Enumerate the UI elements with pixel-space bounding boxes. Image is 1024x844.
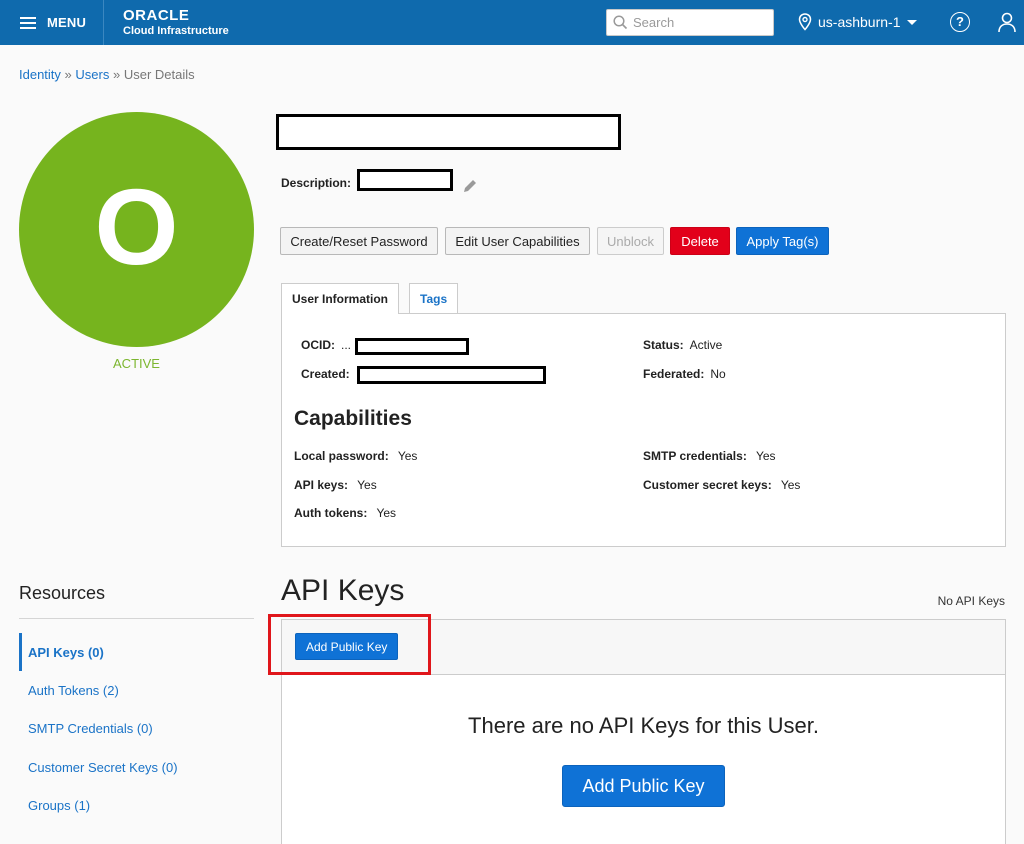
search-input[interactable] — [633, 15, 763, 30]
delete-button[interactable]: Delete — [670, 227, 730, 255]
user-icon[interactable] — [997, 11, 1017, 33]
breadcrumb-identity[interactable]: Identity — [19, 67, 61, 82]
created-redacted — [357, 366, 546, 384]
ocid-prefix: ... — [341, 338, 352, 352]
status-label: Status: — [643, 338, 684, 352]
federated-value: No — [710, 367, 726, 381]
ocid-field: OCID:... — [301, 338, 351, 352]
resources-divider — [19, 618, 254, 619]
description-redacted — [357, 169, 453, 191]
apply-tags-button[interactable]: Apply Tag(s) — [736, 227, 829, 255]
region-selector[interactable]: us-ashburn-1 — [798, 12, 917, 32]
search-icon — [613, 15, 628, 30]
breadcrumb-separator: » — [112, 67, 121, 82]
auth-tokens-capability-value: Yes — [376, 506, 397, 520]
help-icon[interactable]: ? — [950, 12, 970, 32]
smtp-capability-field: SMTP credentials: Yes — [643, 449, 776, 463]
local-password-label: Local password: — [294, 449, 389, 463]
api-keys-count: No API Keys — [937, 594, 1005, 608]
tab-user-information[interactable]: User Information — [281, 283, 400, 314]
hamburger-icon — [20, 16, 36, 29]
location-pin-icon — [798, 13, 812, 31]
api-keys-heading: API Keys — [281, 574, 405, 607]
user-status-label: ACTIVE — [113, 356, 160, 371]
breadcrumb: Identity » Users » User Details — [19, 67, 195, 82]
ocid-redacted[interactable] — [355, 338, 469, 355]
created-label: Created: — [301, 367, 350, 381]
breadcrumb-current: User Details — [123, 67, 195, 82]
ocid-label: OCID: — [301, 338, 335, 352]
caret-down-icon — [906, 19, 917, 25]
smtp-capability-label: SMTP credentials: — [643, 449, 747, 463]
avatar-letter: O — [94, 165, 179, 287]
customer-secret-capability-label: Customer secret keys: — [643, 478, 772, 492]
description-label: Description: — [281, 176, 352, 190]
resource-item-api-keys[interactable]: API Keys (0) — [19, 633, 254, 671]
smtp-capability-value: Yes — [755, 449, 776, 463]
empty-state-message: There are no API Keys for this User. — [468, 713, 819, 738]
add-public-key-button[interactable]: Add Public Key — [295, 633, 399, 660]
unblock-button[interactable]: Unblock — [597, 227, 664, 255]
customer-secret-capability-value: Yes — [780, 478, 801, 492]
pencil-icon[interactable] — [462, 178, 478, 194]
menu-label: MENU — [47, 15, 87, 30]
user-name-redacted — [276, 114, 621, 150]
oracle-cloud-logo[interactable]: ORACLE Cloud Infrastructure — [123, 8, 229, 38]
region-label: us-ashburn-1 — [818, 14, 901, 30]
created-field: Created: — [301, 367, 356, 381]
breadcrumb-users[interactable]: Users — [75, 67, 109, 82]
resources-heading: Resources — [19, 583, 106, 603]
top-navigation-bar: MENU ORACLE Cloud Infrastructure us-ashb… — [0, 0, 1024, 45]
auth-tokens-capability-field: Auth tokens: Yes — [294, 506, 396, 520]
resource-item-customer-secret-keys[interactable]: Customer Secret Keys (0) — [19, 748, 254, 786]
breadcrumb-separator: » — [64, 67, 72, 82]
menu-button[interactable]: MENU — [0, 0, 104, 45]
edit-user-capabilities-button[interactable]: Edit User Capabilities — [445, 227, 590, 255]
tab-tags[interactable]: Tags — [409, 283, 459, 313]
logo-subtitle: Cloud Infrastructure — [123, 25, 229, 37]
status-field: Status: Active — [643, 338, 722, 352]
federated-field: Federated: No — [643, 367, 726, 381]
federated-label: Federated: — [643, 367, 705, 381]
status-value: Active — [689, 338, 723, 352]
search-box[interactable] — [606, 9, 774, 36]
capabilities-heading: Capabilities — [294, 407, 412, 430]
avatar: O — [19, 112, 254, 347]
create-reset-password-button[interactable]: Create/Reset Password — [280, 227, 438, 255]
api-keys-capability-label: API keys: — [294, 478, 349, 492]
api-keys-capability-field: API keys: Yes — [294, 478, 377, 492]
api-keys-capability-value: Yes — [357, 478, 377, 492]
logo-title: ORACLE — [123, 7, 190, 24]
local-password-value: Yes — [397, 449, 418, 463]
auth-tokens-capability-label: Auth tokens: — [294, 506, 368, 520]
resource-item-smtp-credentials[interactable]: SMTP Credentials (0) — [19, 709, 254, 747]
customer-secret-capability-field: Customer secret keys: Yes — [643, 478, 800, 492]
resource-item-groups[interactable]: Groups (1) — [19, 786, 254, 824]
resource-item-auth-tokens[interactable]: Auth Tokens (2) — [19, 671, 254, 709]
empty-state-add-public-key-button[interactable]: Add Public Key — [562, 765, 725, 807]
local-password-field: Local password: Yes — [294, 449, 417, 463]
